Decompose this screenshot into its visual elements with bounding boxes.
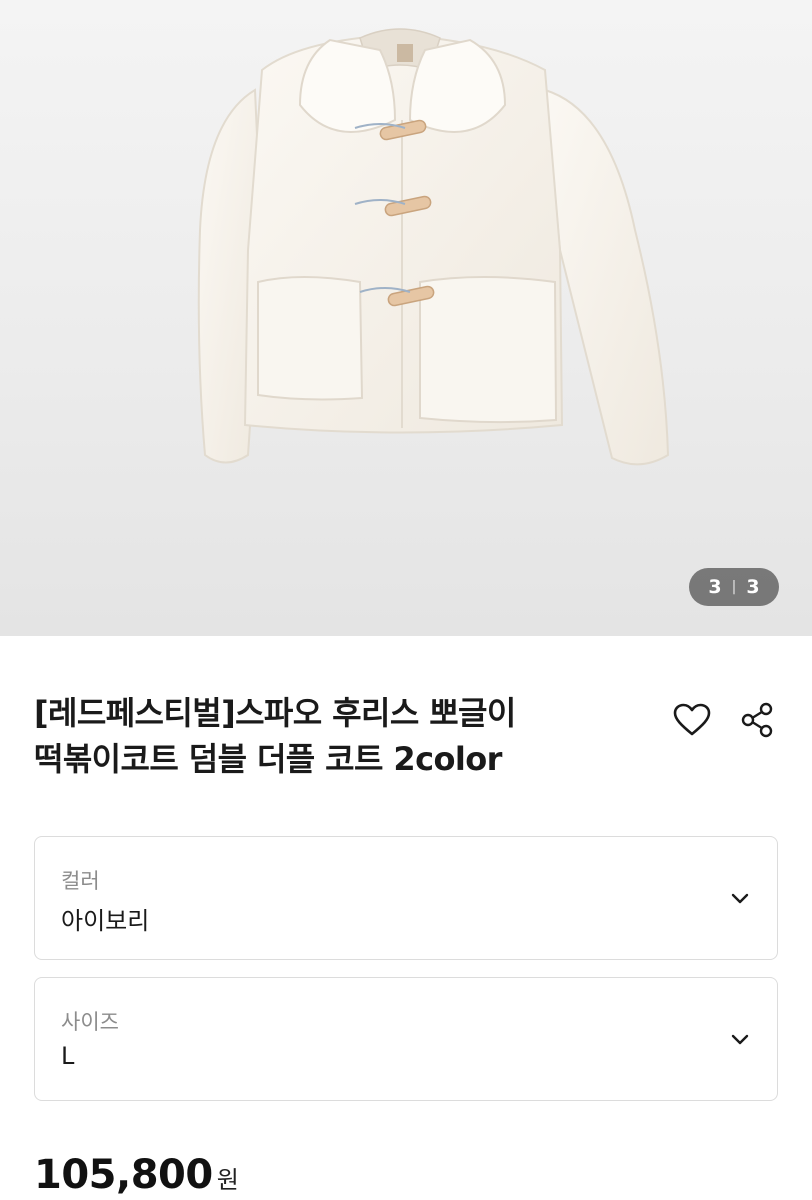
product-image-gallery[interactable]: 3 | 3 [0,0,812,636]
pager-current: 3 [708,576,722,598]
size-select[interactable]: 사이즈 L [34,977,778,1101]
product-image [197,28,670,466]
share-button[interactable] [735,698,779,742]
size-select-label: 사이즈 [61,1010,119,1034]
wishlist-button[interactable] [670,698,714,742]
product-title: [레드페스티벌]스파오 후리스 뽀글이 떡볶이코트 덤블 더플 코트 2colo… [34,690,644,782]
chevron-down-icon [731,1034,749,1045]
color-select-label: 컬러 [61,869,100,893]
image-pager: 3 | 3 [689,568,779,606]
price-unit: 원 [216,1166,239,1194]
price-amount: 105,800 [34,1152,213,1198]
product-title-line-1: [레드페스티벌]스파오 후리스 뽀글이 [34,694,516,732]
heart-outline-icon [673,703,711,736]
product-title-line-2: 떡볶이코트 덤블 더플 코트 2color [34,740,502,778]
share-icon [741,702,773,738]
color-select[interactable]: 컬러 아이보리 [34,836,778,960]
pager-separator: | [731,579,737,595]
size-select-value: L [61,1042,75,1070]
color-select-value: 아이보리 [61,907,150,935]
chevron-down-icon [731,893,749,904]
product-price: 105,800 원 [34,1152,239,1198]
pager-total: 3 [746,576,760,598]
